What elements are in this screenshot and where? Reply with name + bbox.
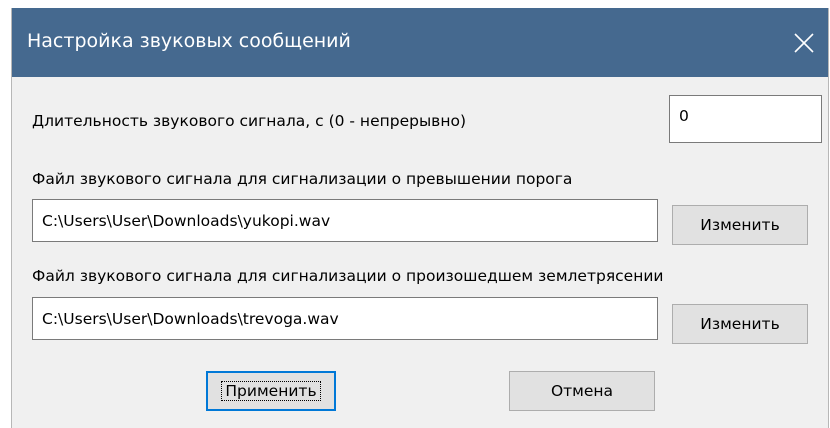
- change-earthquake-file-label: Изменить: [700, 315, 780, 333]
- change-earthquake-file-button[interactable]: Изменить: [672, 304, 808, 344]
- earthquake-file-input[interactable]: C:\Users\User\Downloads\trevoga.wav: [32, 297, 658, 340]
- window-title: Настройка звуковых сообщений: [27, 30, 351, 52]
- earthquake-file-path: C:\Users\User\Downloads\trevoga.wav: [42, 309, 339, 328]
- title-bar[interactable]: Настройка звуковых сообщений: [12, 8, 828, 77]
- earthquake-file-label: Файл звукового сигнала для сигнализации …: [32, 267, 664, 285]
- cancel-button[interactable]: Отмена: [509, 371, 655, 411]
- change-threshold-file-button[interactable]: Изменить: [672, 205, 808, 245]
- change-threshold-file-label: Изменить: [700, 216, 780, 234]
- duration-label: Длительность звукового сигнала, с (0 - н…: [32, 112, 466, 130]
- close-icon: [794, 32, 814, 53]
- apply-button[interactable]: Применить: [206, 371, 336, 411]
- threshold-file-label: Файл звукового сигнала для сигнализации …: [32, 170, 573, 188]
- sound-settings-dialog: Настройка звуковых сообщений Длительност…: [11, 8, 829, 428]
- cancel-button-label: Отмена: [550, 382, 614, 400]
- apply-button-label: Применить: [221, 381, 321, 401]
- threshold-file-input[interactable]: C:\Users\User\Downloads\yukopi.wav: [32, 199, 658, 242]
- close-button[interactable]: [780, 8, 828, 77]
- duration-input[interactable]: 0: [669, 95, 822, 143]
- threshold-file-path: C:\Users\User\Downloads\yukopi.wav: [42, 211, 331, 230]
- duration-input-value: 0: [679, 107, 689, 125]
